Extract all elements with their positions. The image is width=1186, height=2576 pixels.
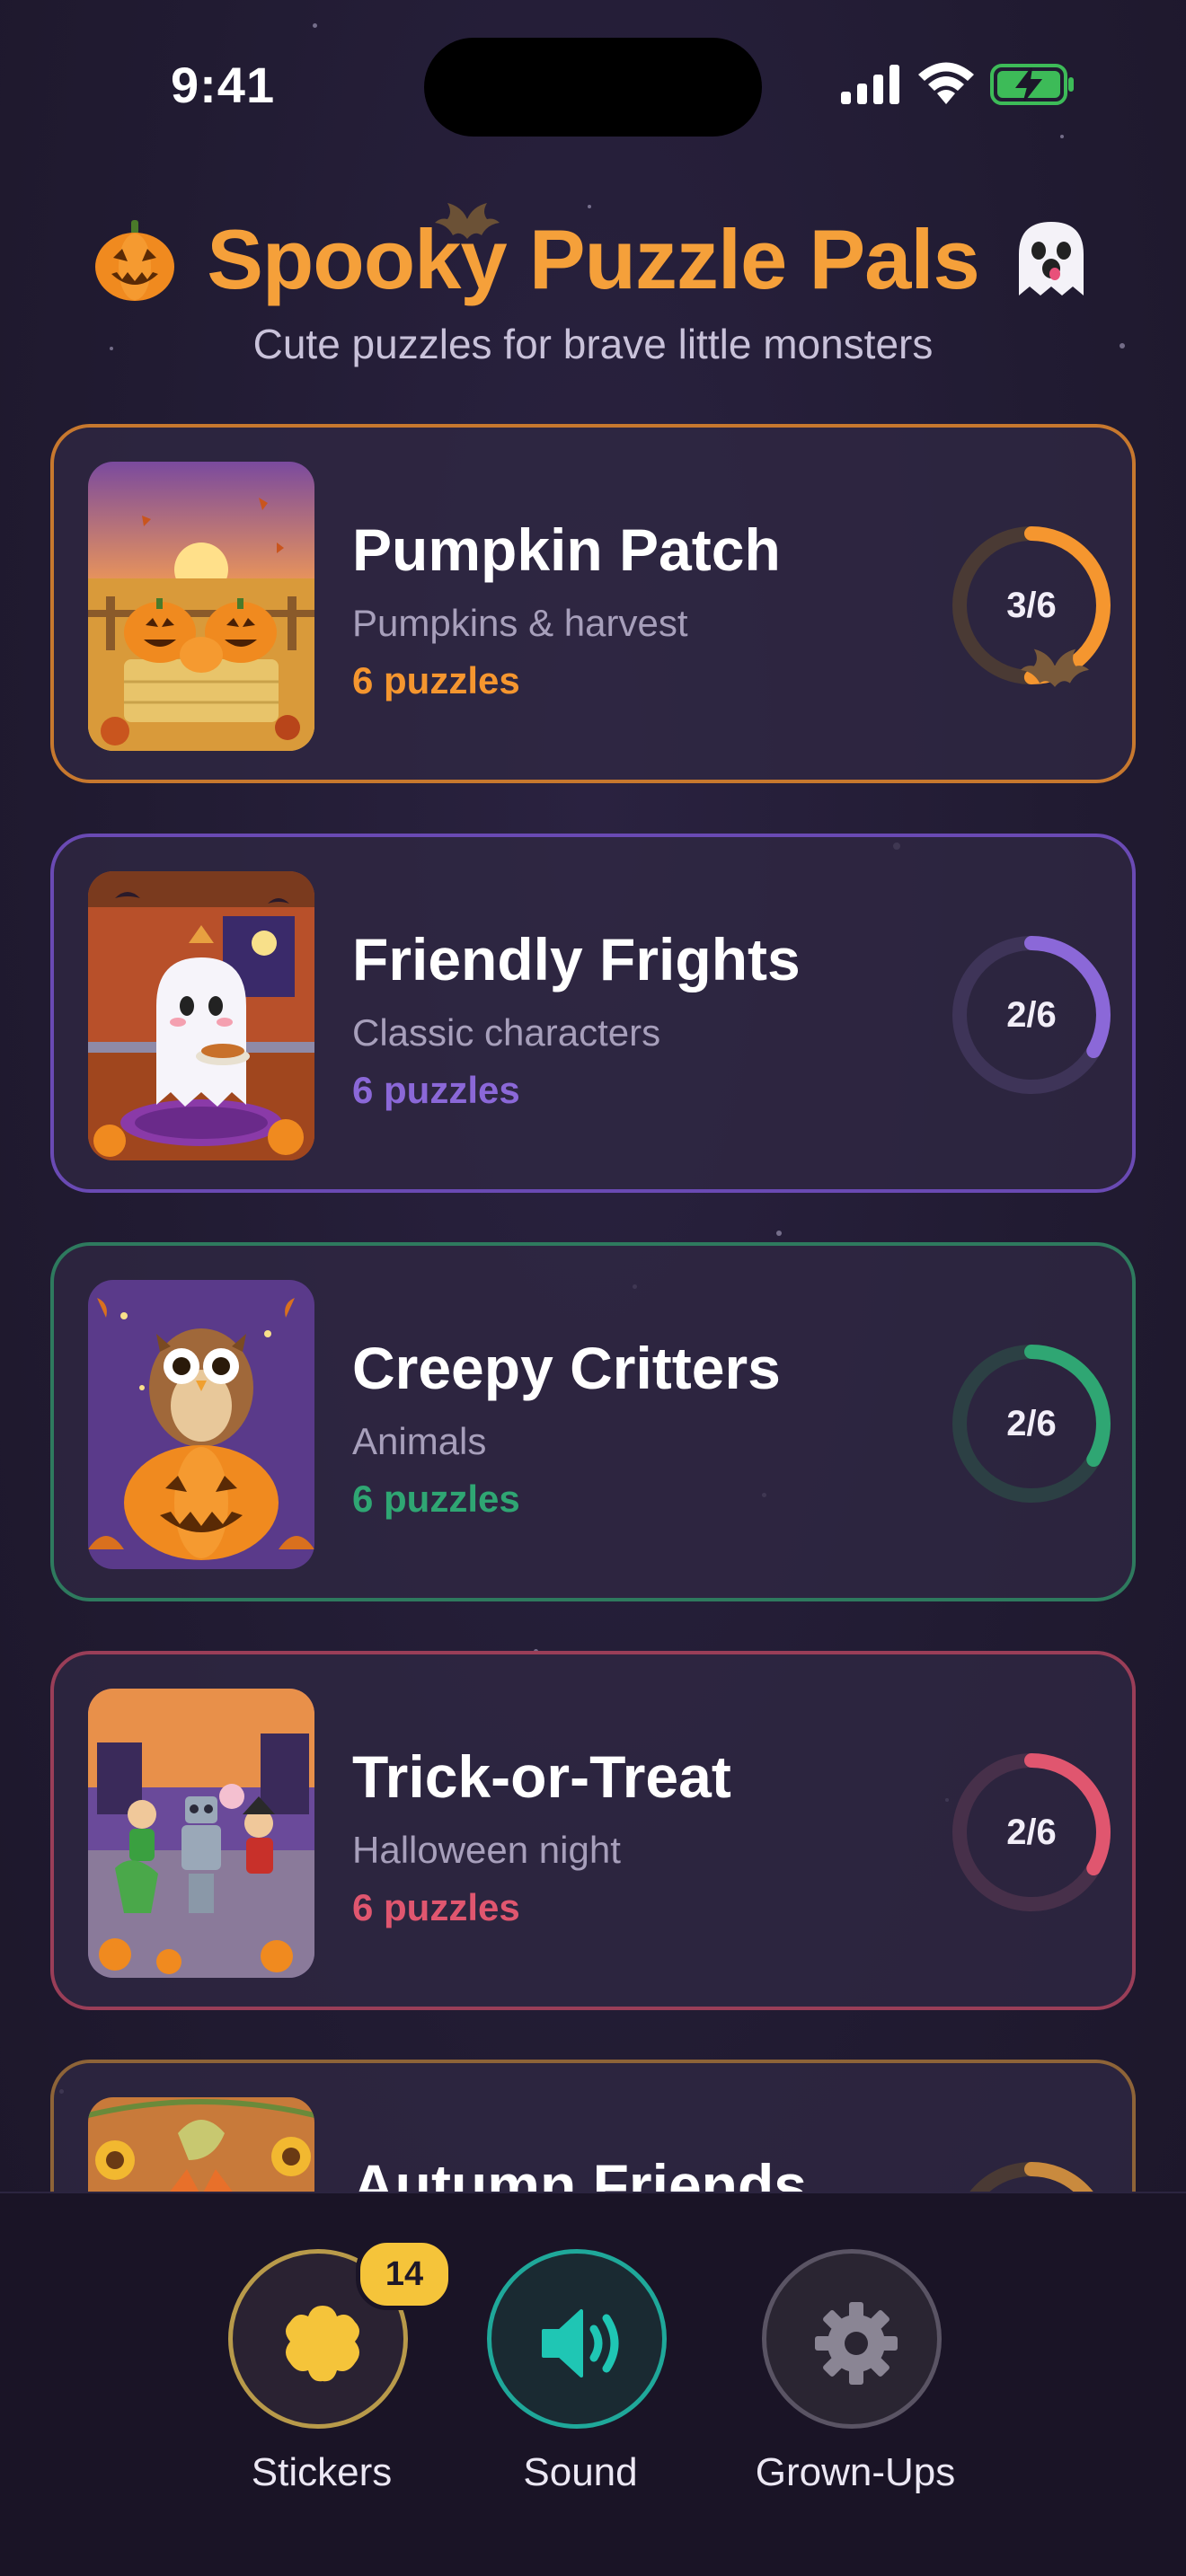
friendly-ghost-thumbnail (88, 871, 314, 1160)
category-title: Autumn Friends (352, 2152, 807, 2192)
speaker-icon (542, 2309, 619, 2378)
category-card-trick-or-treat[interactable]: Trick-or-Treat Halloween night 6 puzzles… (50, 1651, 1136, 2010)
stickers-button[interactable]: 14 Stickers (187, 2220, 456, 2494)
category-puzzle-count: 6 puzzles (352, 659, 520, 701)
category-card-pumpkin-patch[interactable]: Pumpkin Patch Pumpkins & harvest 6 puzzl… (50, 424, 1136, 783)
bat-icon (1021, 648, 1089, 687)
progress-ring: 2/6 (947, 1748, 1116, 1917)
sticker-count-badge: 14 (356, 2238, 453, 2310)
category-title: Creepy Critters (352, 1335, 781, 1401)
category-subtitle: Halloween night (352, 1829, 621, 1871)
grown-ups-button[interactable]: Grown-Ups (721, 2220, 990, 2494)
progress-ring: 2/6 (947, 931, 1116, 1099)
grown-ups-label: Grown-Ups (755, 2450, 956, 2494)
grown-ups-circle[interactable] (762, 2249, 942, 2429)
progress-ring: 2/6 (947, 1339, 1116, 1508)
category-subtitle: Pumpkins & harvest (352, 602, 688, 644)
sound-circle[interactable] (487, 2249, 667, 2429)
category-subtitle: Animals (352, 1420, 487, 1462)
progress-label: 2/6 (1006, 1813, 1057, 1852)
bottom-toolbar: 14 Stickers Sound Grown-Ups (0, 2192, 1186, 2576)
category-list[interactable]: Pumpkin Patch Pumpkins & harvest 6 puzzl… (0, 0, 1186, 2192)
stickers-label: Stickers (251, 2450, 393, 2494)
progress-label (947, 2157, 1116, 2192)
category-title: Trick-or-Treat (352, 1743, 731, 1810)
autumn-fox-thumbnail (88, 2097, 314, 2192)
sticker-flower-icon (286, 2306, 359, 2382)
progress-ring (947, 2157, 1116, 2192)
sound-button[interactable]: Sound (446, 2220, 715, 2494)
progress-label: 2/6 (1006, 1404, 1057, 1443)
category-title: Pumpkin Patch (352, 516, 781, 583)
category-puzzle-count: 6 puzzles (352, 1886, 520, 1928)
category-card-creepy-critters[interactable]: Creepy Critters Animals 6 puzzles 2/6 (50, 1242, 1136, 1601)
category-puzzle-count: 6 puzzles (352, 1069, 520, 1111)
category-card-autumn-friends[interactable]: Autumn Friends (50, 2060, 1136, 2192)
category-card-friendly-frights[interactable]: Friendly Frights Classic characters 6 pu… (50, 834, 1136, 1193)
gear-icon (815, 2302, 898, 2385)
owl-pumpkin-thumbnail (88, 1280, 314, 1569)
trick-or-treat-kids-thumbnail (88, 1689, 314, 1978)
sound-label: Sound (523, 2450, 638, 2494)
category-subtitle: Classic characters (352, 1011, 661, 1054)
category-title: Friendly Frights (352, 926, 801, 992)
pumpkin-patch-thumbnail (88, 462, 314, 751)
app-screen: 9:41 Spooky Puzzle Pals Cute puzzles for… (0, 0, 1186, 2576)
progress-label: 2/6 (1006, 995, 1057, 1035)
category-puzzle-count: 6 puzzles (352, 1478, 520, 1520)
